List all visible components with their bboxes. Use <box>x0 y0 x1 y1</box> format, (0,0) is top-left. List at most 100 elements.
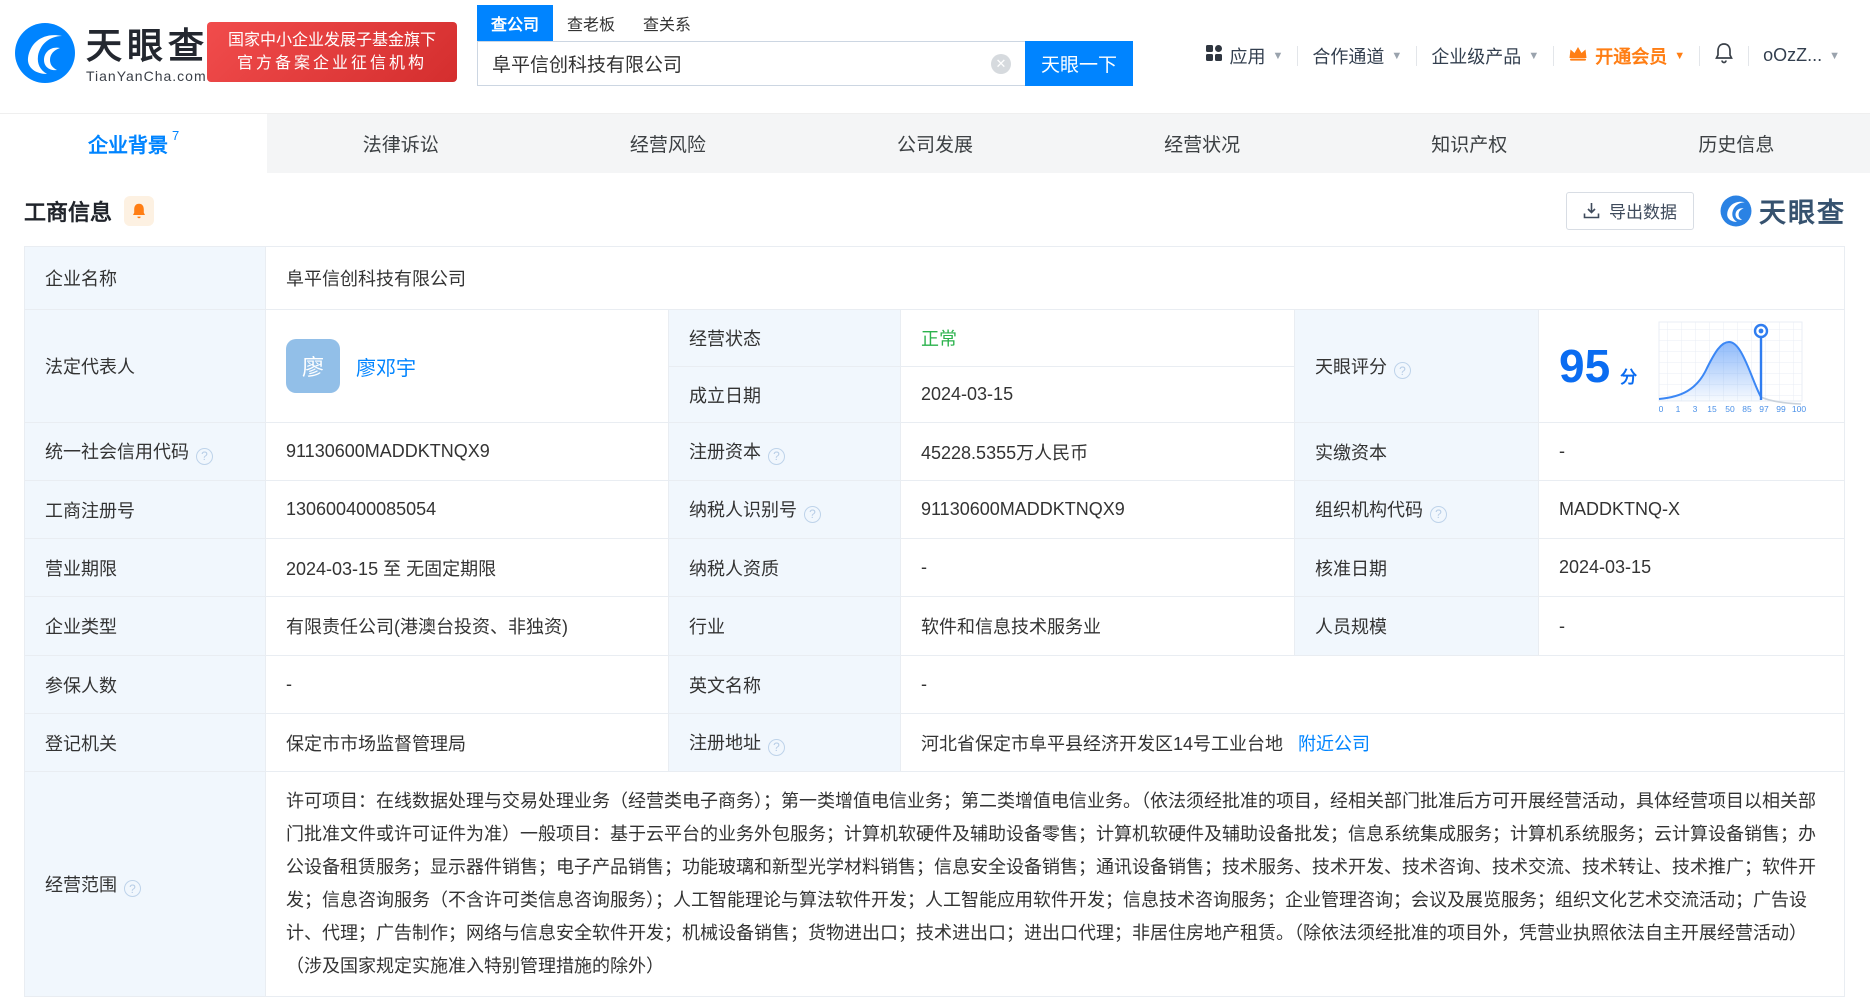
cell-label: 注册地址 <box>689 733 761 754</box>
insured-value: - <box>265 655 669 714</box>
tab-legal-proceedings[interactable]: 法律诉讼 <box>267 114 534 173</box>
watermark-text: 天眼查 <box>1759 198 1846 228</box>
tab-label: 经营风险 <box>629 135 706 156</box>
question-icon[interactable]: ? <box>1430 505 1447 523</box>
question-icon[interactable]: ? <box>768 447 785 465</box>
search-button[interactable]: 天眼一下 <box>1025 41 1133 86</box>
tab-label: 企业背景 <box>87 135 168 157</box>
search-tab-boss[interactable]: 查老板 <box>553 5 629 41</box>
nav-apps-label: 应用 <box>1229 46 1266 67</box>
search-tabs: 查公司 查老板 查关系 <box>477 5 1133 41</box>
question-icon[interactable]: ? <box>804 505 821 523</box>
taxpayer-id-value: 91130600MADDKTNQX9 <box>900 480 1295 539</box>
nav-vip[interactable]: 开通会员 ▼ <box>1554 43 1699 69</box>
subscribe-bell-button[interactable] <box>124 195 155 226</box>
nav-notifications[interactable] <box>1700 42 1748 69</box>
question-icon[interactable]: ? <box>768 738 785 756</box>
clear-icon[interactable]: ✕ <box>991 53 1011 74</box>
svg-text:1: 1 <box>1676 404 1681 414</box>
tab-count-badge: 7 <box>171 128 180 143</box>
nav-enterprise[interactable]: 企业级产品 ▼ <box>1417 43 1553 69</box>
bell-icon <box>1714 42 1734 69</box>
cell-label: 经营范围 <box>45 874 117 895</box>
tianyancha-logo-icon <box>14 22 76 89</box>
chevron-down-icon: ▼ <box>1829 49 1840 62</box>
legal-rep-name-link[interactable]: 廖邓宇 <box>356 352 416 381</box>
tab-company-development[interactable]: 公司发展 <box>801 114 1068 173</box>
legal-rep-avatar[interactable]: 廖 <box>286 339 340 393</box>
tab-label: 法律诉讼 <box>362 135 439 156</box>
nav-coop-label: 合作通道 <box>1312 46 1385 67</box>
table-row: 法定代表人 廖 廖邓宇 经营状态 正常 天眼评分? 95 分 0 1 3 15 … <box>24 309 1845 423</box>
app-grid-icon <box>1205 44 1223 67</box>
question-icon[interactable]: ? <box>124 880 141 898</box>
org-code-label: 组织机构代码? <box>1294 480 1539 539</box>
cell-label: 纳税人识别号 <box>689 500 797 521</box>
section-header: 工商信息 导出数据 天眼查 <box>0 173 1870 246</box>
score-axis-ticks: 0 1 3 15 50 85 97 99 100 <box>1659 404 1807 414</box>
business-scope-value: 许可项目：在线数据处理与交易处理业务（经营类电子商务）；第一类增值电信业务；第二… <box>265 771 1845 997</box>
svg-text:3: 3 <box>1693 404 1698 414</box>
business-scope-label: 经营范围? <box>24 771 266 997</box>
table-row: 经营范围? 许可项目：在线数据处理与交易处理业务（经营类电子商务）；第一类增值电… <box>24 771 1845 997</box>
nav-coop[interactable]: 合作通道 ▼ <box>1298 43 1416 69</box>
english-name-label: 英文名称 <box>668 655 901 714</box>
registered-capital-value: 45228.5355万人民币 <box>900 422 1295 481</box>
taxpayer-qualification-value: - <box>900 538 1295 597</box>
main-tabstrip: 企业背景 7 法律诉讼 经营风险 公司发展 经营状况 知识产权 历史信息 <box>0 113 1870 173</box>
tianyancha-logo[interactable]: 天眼查 TianYanCha.com <box>14 22 209 89</box>
download-icon <box>1583 203 1600 219</box>
registry-label: 登记机关 <box>24 713 266 772</box>
header-nav: 应用 ▼ 合作通道 ▼ 企业级产品 ▼ 开通会员 ▼ oOzZ... ▼ <box>1191 42 1854 69</box>
cell-label: 组织机构代码 <box>1315 500 1423 521</box>
established-value: 2024-03-15 <box>900 366 1295 423</box>
search-area: 查公司 查老板 查关系 阜平信创科技有限公司 ✕ 天眼一下 <box>477 5 1133 86</box>
search-input-value: 阜平信创科技有限公司 <box>492 55 683 76</box>
tab-company-background[interactable]: 企业背景 7 <box>0 114 268 173</box>
registry-value: 保定市市场监督管理局 <box>265 713 669 772</box>
badge-line1: 国家中小企业发展子基金旗下 <box>227 32 436 49</box>
alert-bell-icon <box>133 203 146 218</box>
nearby-companies-link[interactable]: 附近公司 <box>1298 734 1370 754</box>
certification-badge: 国家中小企业发展子基金旗下 官方备案企业征信机构 <box>207 22 457 82</box>
score-distribution-chart: 0 1 3 15 50 85 97 99 100 <box>1658 321 1807 414</box>
approval-date-label: 核准日期 <box>1294 538 1539 597</box>
search-tab-company[interactable]: 查公司 <box>477 5 554 41</box>
company-type-value: 有限责任公司(港澳台投资、非独资) <box>265 596 669 656</box>
tab-history-info[interactable]: 历史信息 <box>1603 114 1870 173</box>
tab-operating-risk[interactable]: 经营风险 <box>534 114 801 173</box>
nav-apps[interactable]: 应用 ▼ <box>1191 43 1298 69</box>
tab-operating-status[interactable]: 经营状况 <box>1069 114 1336 173</box>
question-icon[interactable]: ? <box>1394 362 1411 380</box>
status-value: 正常 <box>900 309 1295 367</box>
svg-text:97: 97 <box>1759 404 1769 414</box>
tab-intellectual-property[interactable]: 知识产权 <box>1336 114 1603 173</box>
search-tab-relation[interactable]: 查关系 <box>629 5 705 41</box>
score-unit: 分 <box>1620 367 1638 387</box>
question-icon[interactable]: ? <box>196 447 213 465</box>
company-type-label: 企业类型 <box>24 596 266 656</box>
taxpayer-qualification-label: 纳税人资质 <box>668 538 901 597</box>
status-badge: 正常 <box>921 329 957 349</box>
cell-label: 注册资本 <box>689 442 761 463</box>
export-data-button[interactable]: 导出数据 <box>1566 191 1694 230</box>
company-name-label: 企业名称 <box>24 246 266 310</box>
svg-text:85: 85 <box>1742 404 1752 414</box>
chevron-down-icon: ▼ <box>1391 49 1403 62</box>
industry-label: 行业 <box>668 596 901 656</box>
table-row: 登记机关 保定市市场监督管理局 注册地址? 河北省保定市阜平县经济开发区14号工… <box>24 713 1845 772</box>
paid-in-capital-label: 实缴资本 <box>1294 422 1539 481</box>
uscc-label: 统一社会信用代码? <box>24 422 266 481</box>
svg-text:100: 100 <box>1792 404 1806 414</box>
top-header: 天眼查 TianYanCha.com 国家中小企业发展子基金旗下 官方备案企业征… <box>0 0 1870 113</box>
address-cell: 河北省保定市阜平县经济开发区14号工业台地 附近公司 <box>900 713 1845 772</box>
svg-text:99: 99 <box>1776 404 1786 414</box>
legal-rep-label: 法定代表人 <box>24 309 266 423</box>
established-label: 成立日期 <box>668 366 901 423</box>
brand-name: 天眼查 <box>86 25 210 66</box>
search-input[interactable]: 阜平信创科技有限公司 ✕ <box>477 41 1025 86</box>
english-name-value: - <box>900 655 1845 714</box>
nav-user[interactable]: oOzZ... ▼ <box>1749 45 1854 66</box>
watermark-logo: 天眼查 <box>1720 191 1846 230</box>
tab-label: 知识产权 <box>1431 135 1508 156</box>
